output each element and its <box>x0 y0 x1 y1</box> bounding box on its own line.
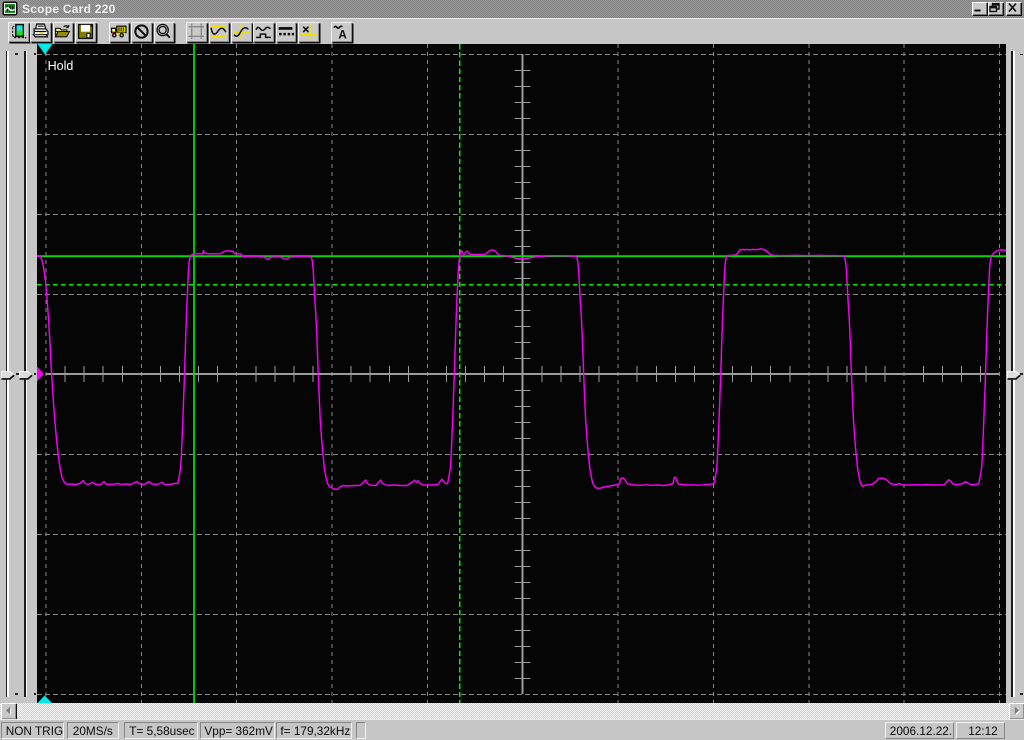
svg-text:Hold: Hold <box>48 59 74 73</box>
svg-text:A: A <box>338 28 347 40</box>
